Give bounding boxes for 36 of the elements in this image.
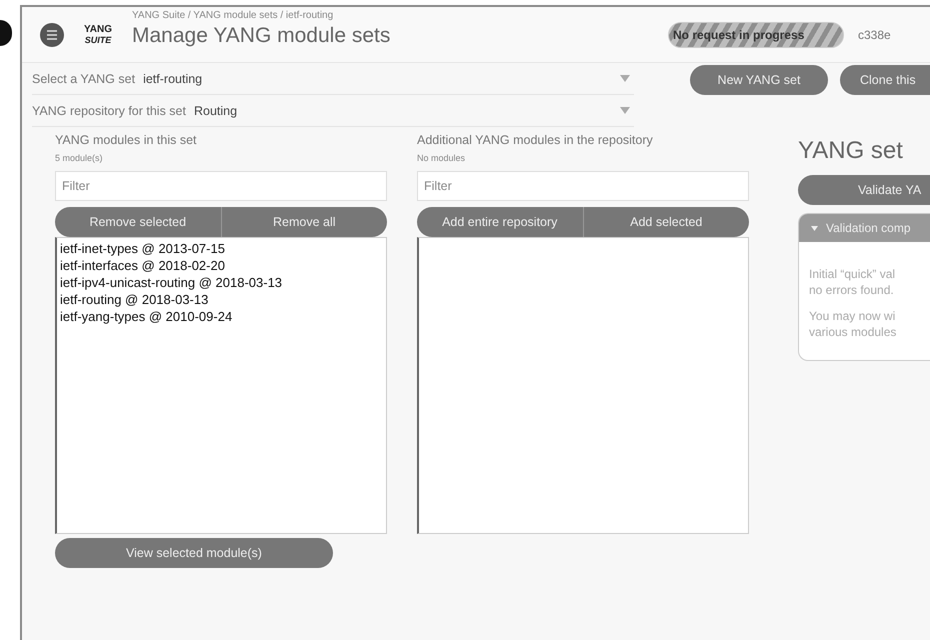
status-pill: No request in progress bbox=[668, 22, 844, 48]
caret-icon bbox=[620, 107, 630, 114]
action-button[interactable]: Remove selected bbox=[55, 207, 220, 237]
logo: YANG SUITE bbox=[84, 24, 112, 44]
module-item[interactable]: ietf-routing @ 2018-03-13 bbox=[60, 291, 383, 308]
caret-icon bbox=[620, 75, 630, 82]
module-item[interactable]: ietf-ipv4-unicast-routing @ 2018-03-13 bbox=[60, 274, 383, 291]
breadcrumb: YANG Suite / YANG module sets / ietf-routing bbox=[132, 10, 334, 20]
view-button[interactable]: View selected module(s) bbox=[55, 538, 333, 568]
page-title: Manage YANG module sets bbox=[132, 24, 390, 48]
action-button[interactable]: Remove all bbox=[220, 207, 387, 237]
validation-text: Initial “quick” val no errors found. bbox=[809, 266, 896, 298]
panel-title: Additional YANG modules in the repository bbox=[417, 133, 654, 147]
select-field[interactable]: YANG repository for this set Routing bbox=[32, 95, 634, 127]
module-item[interactable]: ietf-yang-types @ 2010-09-24 bbox=[60, 308, 383, 325]
menu-button[interactable] bbox=[40, 22, 64, 46]
action-button[interactable]: Add entire repository bbox=[417, 207, 582, 237]
filter-field[interactable]: Filter bbox=[55, 171, 387, 201]
validation-text: You may now wi various modules bbox=[809, 308, 898, 340]
new-set-button[interactable]: New YANG set bbox=[690, 65, 828, 95]
section-title: YANG set bbox=[798, 137, 904, 165]
module-item[interactable]: ietf-interfaces @ 2018-02-20 bbox=[60, 257, 383, 274]
panel-title: YANG modules in this set bbox=[55, 133, 198, 147]
validation-header[interactable]: Validation comp bbox=[799, 214, 930, 242]
module-item[interactable]: ietf-inet-types @ 2013-07-15 bbox=[60, 240, 383, 257]
user-name: c338e bbox=[858, 28, 892, 42]
clone-button[interactable]: Clone this bbox=[840, 65, 930, 95]
select-field[interactable]: Select a YANG set ietf-routing bbox=[32, 63, 634, 95]
filter-field[interactable]: Filter bbox=[417, 171, 749, 201]
module-count: No modules bbox=[417, 153, 466, 163]
action-button[interactable]: Add selected bbox=[582, 207, 749, 237]
caret-icon bbox=[811, 224, 818, 232]
menu-icon bbox=[46, 30, 58, 40]
module-count: 5 module(s) bbox=[55, 153, 104, 163]
callout-marker bbox=[0, 20, 12, 46]
validate-button[interactable]: Validate YA bbox=[798, 175, 930, 205]
